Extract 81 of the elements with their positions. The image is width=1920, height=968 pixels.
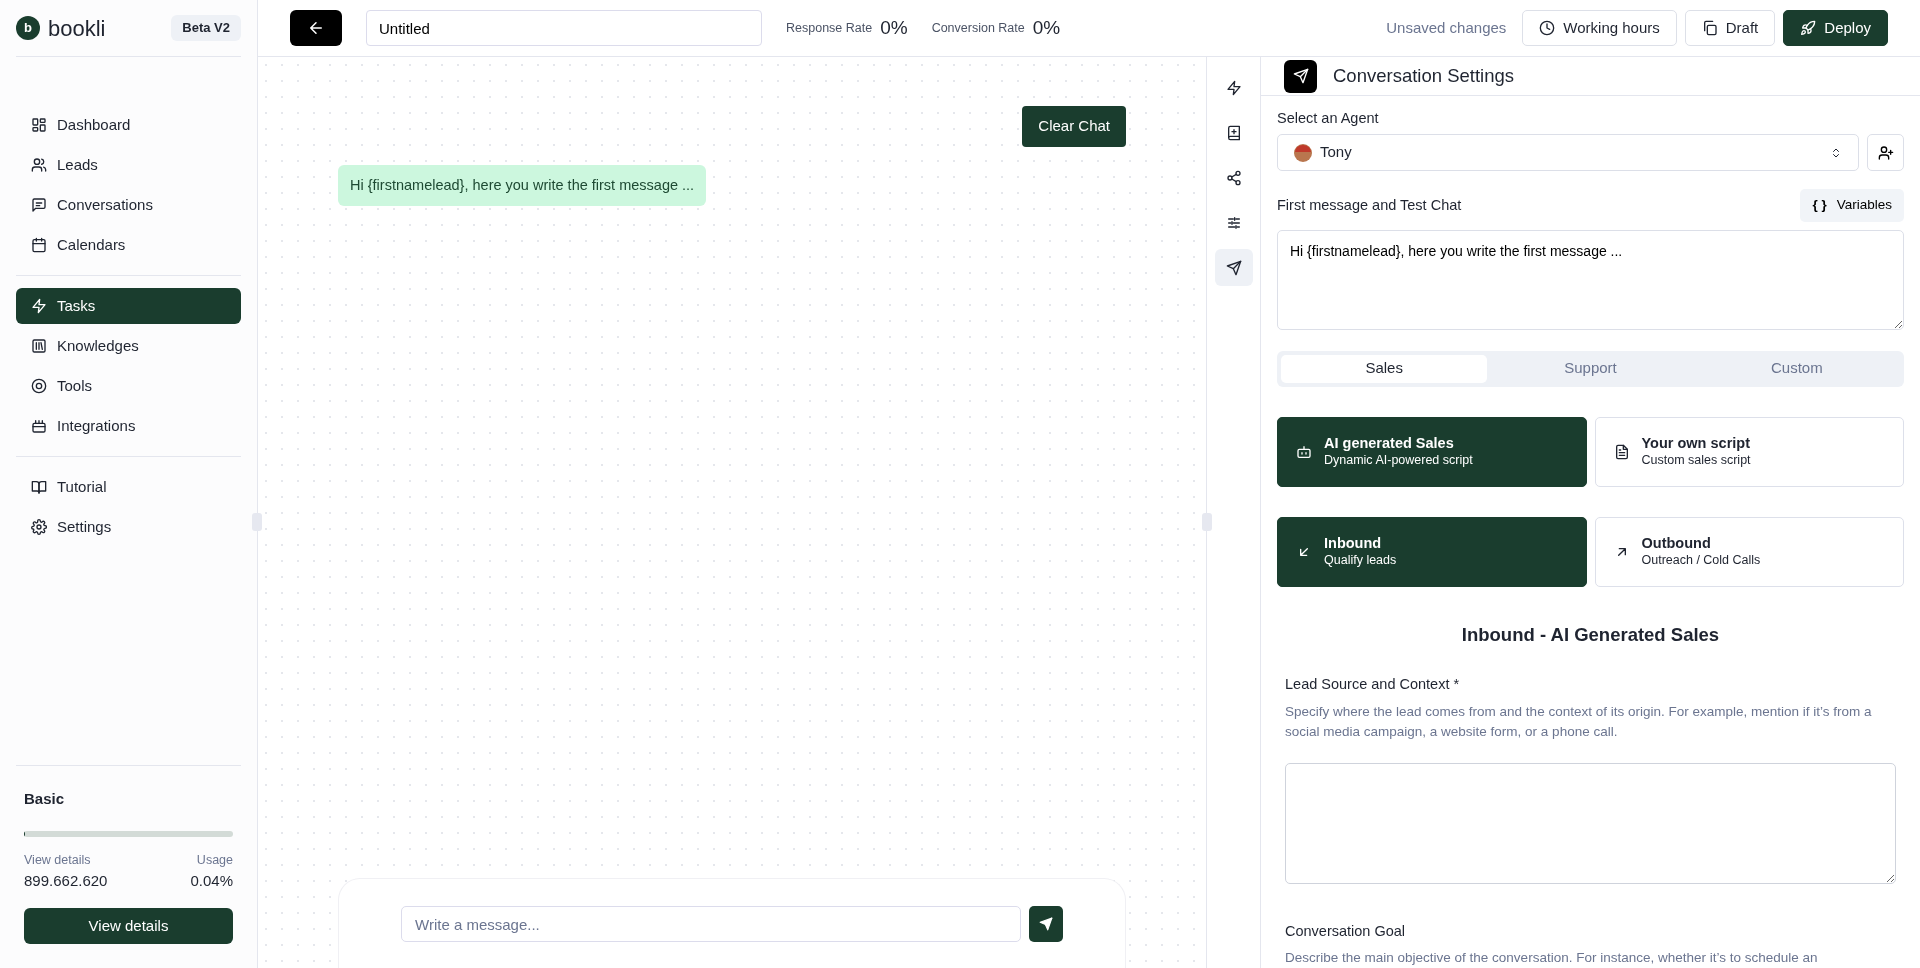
stat-value: 0% (880, 15, 908, 40)
sidebar-item[interactable]: Calendars (16, 227, 241, 263)
variables-button[interactable]: { } Variables (1800, 189, 1904, 223)
target-icon (31, 378, 47, 394)
usage-label: Usage (195, 851, 233, 869)
add-agent-button[interactable] (1867, 134, 1904, 172)
field-label: First message and Test Chat (1277, 195, 1462, 215)
tab[interactable]: Sales (1281, 354, 1488, 383)
deploy-button[interactable]: Deploy (1783, 10, 1888, 46)
chat-icon (31, 197, 47, 213)
chevron-up-down-icon (1830, 146, 1842, 159)
option-card[interactable]: AI generated Sales Dynamic AI-powered script (1277, 416, 1587, 487)
share-icon (1225, 169, 1242, 186)
book-plus-icon (1225, 124, 1242, 141)
robot-icon (1296, 443, 1312, 460)
stat-label: Conversion Rate (931, 19, 1025, 37)
rocket-icon (1800, 20, 1817, 36)
resize-handle[interactable] (252, 512, 262, 531)
dashboard-icon (31, 117, 47, 133)
version-badge: Beta V2 (171, 15, 241, 41)
users-icon (31, 157, 47, 173)
send-icon (1039, 917, 1053, 931)
sidebar-item[interactable]: Leads (16, 147, 241, 183)
clear-chat-button[interactable]: Clear Chat (1022, 106, 1126, 147)
send-tab[interactable] (1214, 249, 1253, 286)
message-field[interactable]: Write a message... (401, 906, 1021, 942)
tab[interactable]: Custom (1693, 354, 1900, 383)
field-description: Specify where the lead comes from and the context of its origin. For example, mention if it’s from a social media campaign, a website form, or a phone call. (1285, 703, 1873, 741)
stat-value: 0% (1032, 15, 1061, 40)
resize-handle[interactable] (1202, 512, 1212, 531)
option-card[interactable]: Inbound Qualify leads (1277, 516, 1587, 587)
option-card[interactable]: Your own script Custom sales script (1594, 416, 1904, 487)
agent-select[interactable]: Tony (1277, 134, 1859, 172)
sliders-icon (1225, 214, 1242, 231)
library-icon (31, 338, 47, 354)
sidebar-item[interactable]: Tutorial (16, 469, 241, 505)
panel-title: Conversation Settings (1333, 64, 1514, 89)
unsaved-status: Unsaved changes (1386, 17, 1507, 38)
credits-value: 899.662.620 (24, 870, 108, 891)
tab[interactable]: Support (1487, 354, 1694, 383)
add-user-icon (1877, 144, 1894, 161)
sidebar-item[interactable]: Tasks (16, 288, 241, 324)
document-icon (1613, 443, 1630, 460)
sidebar-item[interactable]: Knowledges (16, 328, 241, 364)
book-icon (31, 479, 47, 495)
field-description: Describe the main objective of the conversation. For instance, whether it’s to schedule an (1285, 949, 1819, 968)
copy-icon (1701, 20, 1718, 36)
clock-icon (1539, 20, 1556, 36)
settings-icon (31, 519, 47, 535)
calendar-icon (31, 237, 47, 253)
send-icon (1225, 259, 1242, 276)
plan-name: Basic (24, 789, 66, 810)
sidebar-item[interactable]: Conversations (16, 187, 241, 223)
box-icon (31, 418, 47, 434)
logo-badge: b (16, 16, 40, 40)
back-button[interactable] (290, 10, 342, 46)
braces-icon: { } (1812, 195, 1827, 216)
sidebar-item[interactable]: Settings (16, 509, 241, 545)
avatar (1294, 143, 1312, 162)
lightning-icon (31, 298, 47, 314)
option-card[interactable]: Outbound Outreach / Cold Calls (1594, 516, 1904, 587)
back-arrow-icon (307, 19, 325, 37)
lightning-icon (1225, 79, 1242, 96)
details-label: View details (24, 851, 92, 869)
send-button[interactable] (1029, 906, 1063, 942)
draft-button[interactable]: Draft (1684, 10, 1776, 46)
section-title: Inbound - AI Generated Sales (1460, 622, 1721, 647)
field-label: Conversation Goal (1285, 921, 1407, 941)
first-message-field[interactable]: Hi {firstnamelead}, here you write the first message ... (1277, 230, 1904, 331)
chat-message: Hi {firstnamelead}, here you write the first message ... (338, 164, 707, 207)
stat-label: Response Rate (786, 19, 873, 37)
sidebar-item[interactable]: Integrations (16, 408, 241, 444)
sidebar-item[interactable]: Tools (16, 368, 241, 404)
working-hours-button[interactable]: Working hours (1522, 10, 1677, 46)
brand-name: bookli (48, 14, 106, 43)
sidebar-item[interactable]: Dashboard (16, 107, 241, 143)
field-label: Select an Agent (1277, 109, 1380, 129)
field-label: Lead Source and Context * (1285, 675, 1461, 695)
title-field[interactable]: Untitled (366, 10, 762, 46)
usage-value: 0.04% (190, 870, 233, 891)
view-details-button[interactable]: View details (24, 908, 233, 944)
